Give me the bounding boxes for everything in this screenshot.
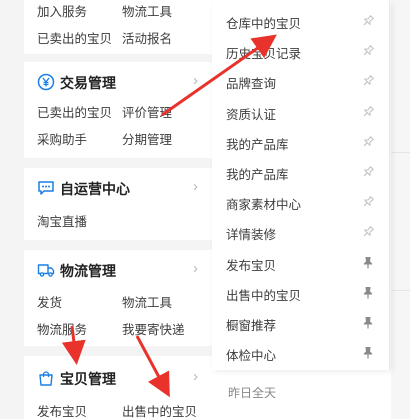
menu-item-label: 历史宝贝记录 [226,47,302,62]
trade-management-section: 交易管理 › 已卖出的宝贝 评价管理 采购助手 分期管理 [24,62,212,158]
chevron-right-icon[interactable]: › [193,260,198,277]
menu-item[interactable]: 发布宝贝 [212,248,390,278]
menu-item[interactable]: 体检中心 [212,338,390,368]
self-run-center-section: 自运营中心 › 淘宝直播 [24,168,212,240]
section-header-logistics[interactable]: 物流管理 › [37,258,212,282]
section-title: 自运营中心 [60,181,130,197]
pushpin-icon[interactable] [359,193,377,211]
section-header-self-run[interactable]: 自运营中心 › [37,176,212,200]
pushpin-icon[interactable] [359,72,377,90]
goods-management-flyout-menu: 仓库中的宝贝 历史宝贝记录 品牌查询 资质认证 我的产品库 我的产品库 商家素材中心 详情装修… [212,0,390,370]
chevron-right-icon[interactable]: › [193,72,198,89]
menu-item-label: 我的产品库 [226,168,289,182]
self-run-links-row: 淘宝直播 [37,211,212,229]
goods-management-section: 宝贝管理 › 发布宝贝 出售中的宝贝 [24,356,212,419]
divider [391,290,410,291]
pushpin-icon[interactable] [359,102,377,120]
pushpin-icon[interactable] [362,316,374,330]
menu-item[interactable]: 橱窗推荐 [212,308,390,338]
menu-item-label: 橱窗推荐 [226,319,277,333]
menu-item[interactable]: 我的产品库 [212,157,390,187]
sidebar: 加入服务 物流工具 已卖出的宝贝 活动报名 交易管理 › 已卖出的宝贝 评价管理 [0,0,212,419]
menu-item-label: 资质认证 [226,107,277,122]
logistics-management-section: 物流管理 › 发货 物流工具 物流服务 我要寄快递 [24,250,212,346]
link-ship[interactable]: 发货 [37,292,62,311]
menu-item[interactable]: 商家素材中心 [212,187,390,217]
link-review-management[interactable]: 评价管理 [122,102,172,121]
menu-item[interactable]: 仓库中的宝贝 [212,6,390,36]
link-logistics-service[interactable]: 物流服务 [37,319,87,338]
trade-links-row: 已卖出的宝贝 评价管理 [37,102,212,120]
top-links-row: 加入服务 物流工具 [37,1,212,19]
logistics-links-row: 物流服务 我要寄快递 [37,319,212,337]
link-logistics-tools[interactable]: 物流工具 [122,1,172,20]
pushpin-icon[interactable] [362,346,374,360]
yen-circle-icon [37,73,55,91]
divider [391,152,410,153]
top-links-row: 已卖出的宝贝 活动报名 [37,28,212,46]
link-publish-item[interactable]: 发布宝贝 [37,401,87,419]
link-join-service[interactable]: 加入服务 [37,1,87,20]
menu-item-label: 品牌查询 [226,77,277,92]
menu-item-label: 出售中的宝贝 [226,288,302,303]
menu-item[interactable]: 品牌查询 [212,66,390,96]
link-activity-signup[interactable]: 活动报名 [122,28,172,47]
logistics-links-row: 发货 物流工具 [37,292,212,310]
chevron-right-icon[interactable]: › [193,178,198,195]
menu-item[interactable]: 出售中的宝贝 [212,278,390,308]
link-logistics-tools[interactable]: 物流工具 [122,292,172,311]
link-taobao-live[interactable]: 淘宝直播 [37,211,87,230]
section-header-trade[interactable]: 交易管理 › [37,70,212,94]
link-items-on-sale[interactable]: 出售中的宝贝 [122,401,197,419]
pushpin-icon[interactable] [359,12,377,30]
menu-item[interactable]: 我的产品库 [212,127,390,157]
section-title: 物流管理 [60,263,116,279]
pushpin-icon[interactable] [359,42,377,60]
menu-item[interactable]: 历史宝贝记录 [212,36,390,66]
pushpin-icon[interactable] [359,163,377,181]
menu-item-label: 体检中心 [226,349,277,364]
pushpin-icon[interactable] [359,133,377,151]
trade-links-row: 采购助手 分期管理 [37,129,212,147]
section-title: 宝贝管理 [60,371,116,387]
section-title: 交易管理 [60,75,116,91]
link-installment-management[interactable]: 分期管理 [122,129,172,148]
menu-item-label: 商家素材中心 [226,198,302,213]
pushpin-icon[interactable] [359,223,377,241]
pushpin-icon[interactable] [362,256,374,270]
pushpin-icon[interactable] [362,286,374,300]
menu-item-label: 我的产品库 [226,137,289,152]
link-send-express[interactable]: 我要寄快递 [122,319,185,338]
link-sold-items[interactable]: 已卖出的宝贝 [37,28,112,47]
link-sold-items[interactable]: 已卖出的宝贝 [37,102,112,121]
link-purchase-assistant[interactable]: 采购助手 [37,129,87,148]
top-links-card: 加入服务 物流工具 已卖出的宝贝 活动报名 [24,0,212,54]
chevron-right-icon[interactable]: › [193,368,198,385]
menu-item-label: 仓库中的宝贝 [226,17,302,31]
truck-icon [37,264,55,277]
yesterday-label: 昨日全天 [228,386,277,400]
page-backdrop [391,0,410,419]
menu-item[interactable]: 详情装修 [212,217,390,247]
section-header-goods[interactable]: 宝贝管理 › [37,366,212,390]
goods-links-row: 发布宝贝 出售中的宝贝 [37,401,212,419]
shopping-bag-icon [39,371,53,386]
chat-bubble-icon [38,181,54,195]
menu-item[interactable]: 资质认证 [212,97,390,127]
menu-item-label: 详情装修 [226,228,277,243]
menu-item-label: 发布宝贝 [226,258,277,273]
